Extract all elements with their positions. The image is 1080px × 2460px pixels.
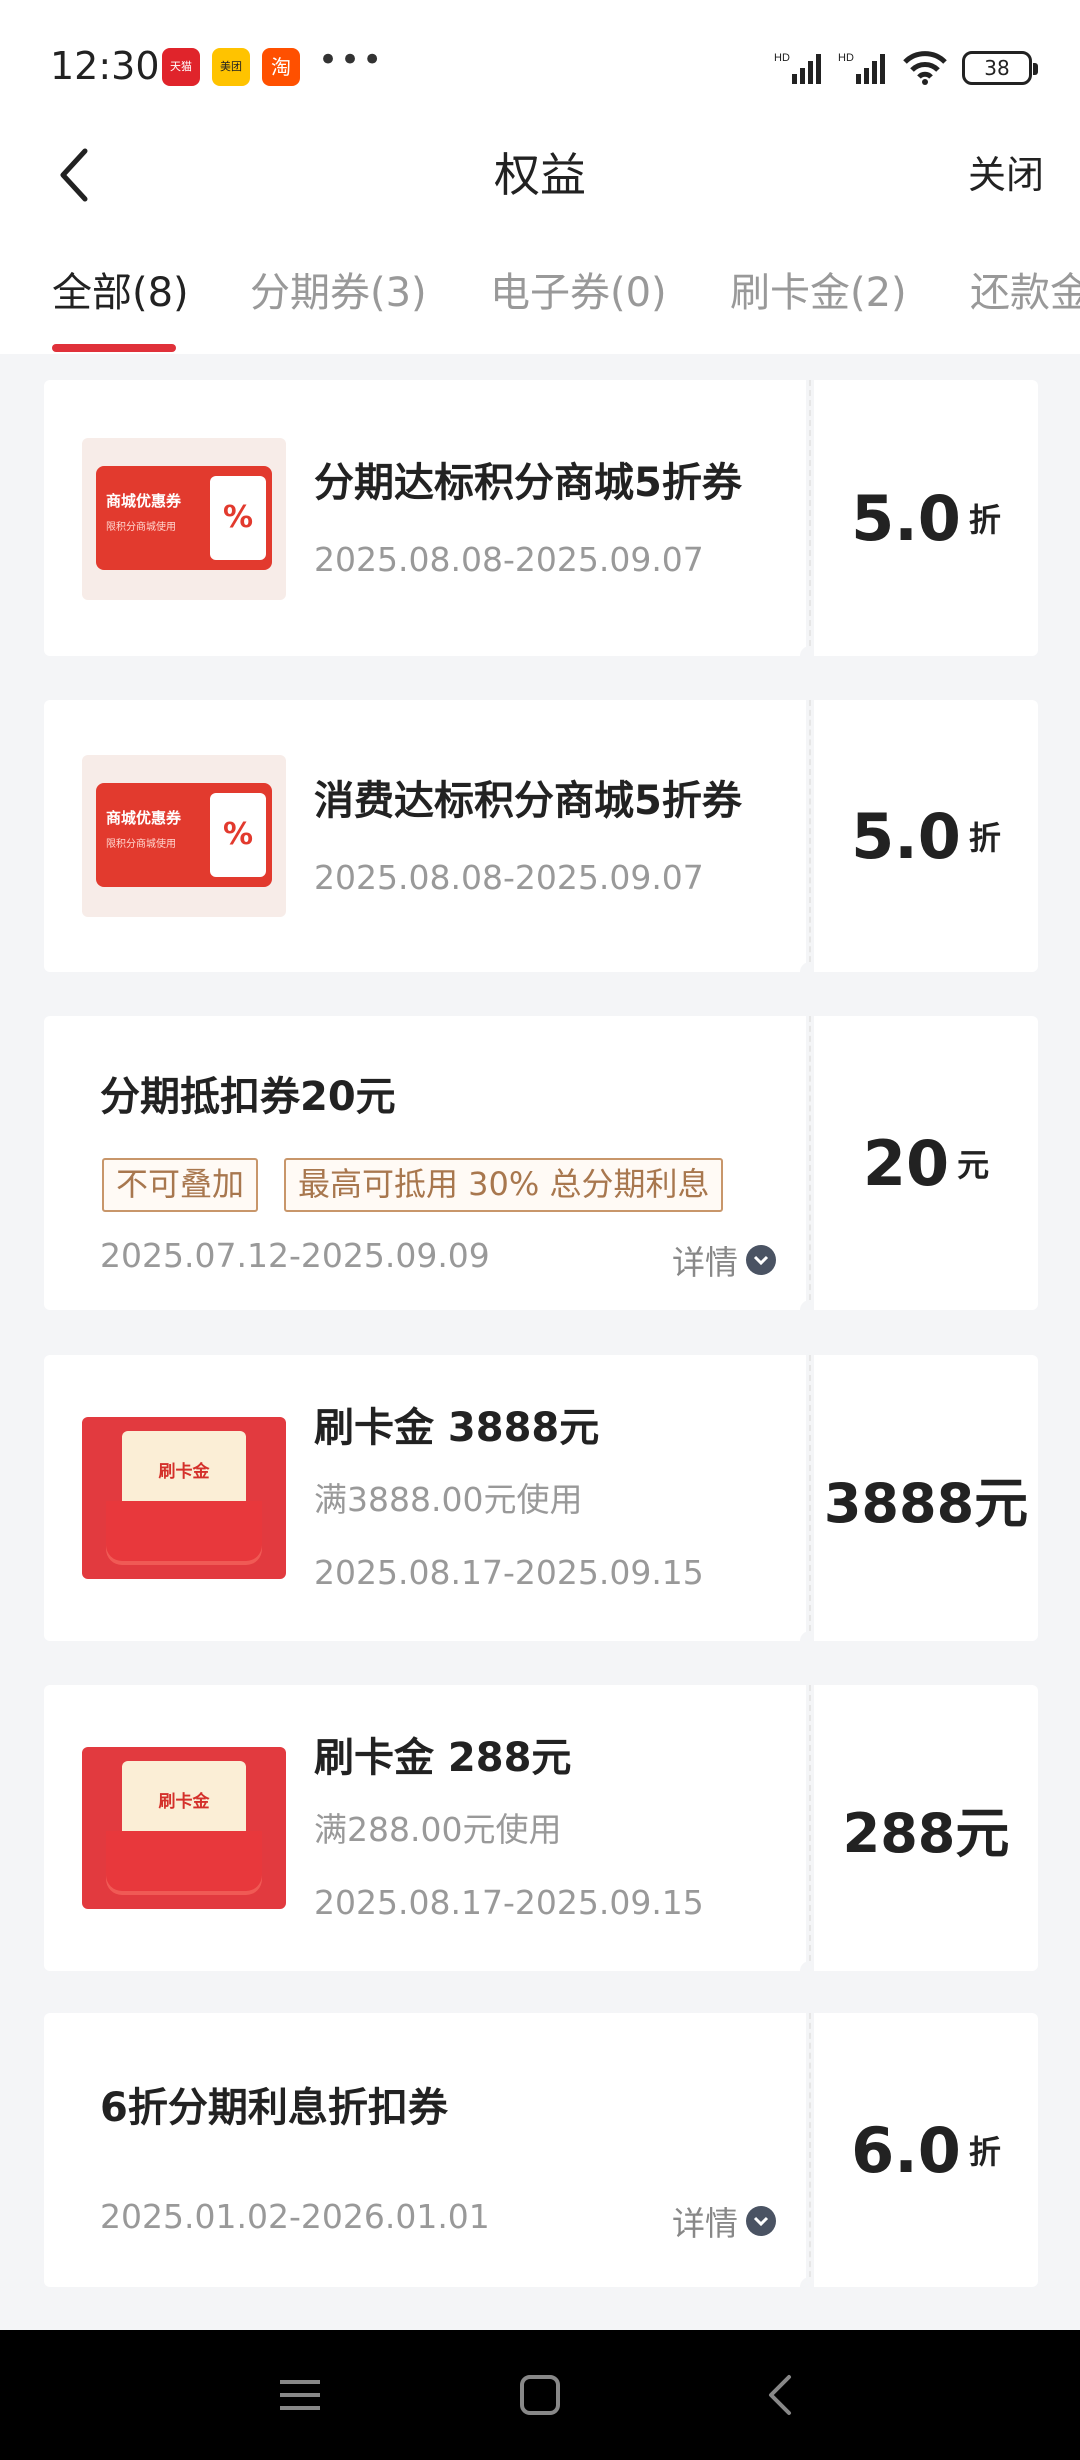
card-divider [809,380,811,656]
detail-button[interactable]: 详情 [672,1236,776,1284]
close-button[interactable]: 关闭 [968,130,1044,220]
nav-back-button[interactable] [745,2360,815,2430]
back-arrow-icon [769,2375,791,2415]
benefit-card[interactable]: 商城优惠券 限积分商城使用 % 分期达标积分商城5折券 2025.08.08-2… [44,380,1038,666]
tab-repayment-cash[interactable]: 还款金 [970,260,1080,318]
card-value-number: 288元 [842,1801,1010,1865]
card-title: 分期达标积分商城5折券 [314,460,742,506]
wifi-icon [903,51,947,85]
status-indicators: HD HD 38 [774,46,1038,90]
percent-icon: % [210,793,266,877]
benefit-card[interactable]: 分期抵扣券20元 不可叠加 最高可抵用 30% 总分期利息 2025.07.12… [44,1016,1038,1320]
card-value-number: 6.0 [851,2113,961,2187]
nav-menu-button[interactable] [265,2360,335,2430]
thumbnail-subtitle: 限积分商城使用 [106,839,176,850]
card-title: 刷卡金 288元 [314,1735,572,1781]
card-divider [809,2013,811,2287]
benefit-card[interactable]: 商城优惠券 限积分商城使用 % 消费达标积分商城5折券 2025.08.08-2… [44,700,1038,982]
tab-bar: 全部(8) 分期券(3) 电子券(0) 刷卡金(2) 还款金 [0,240,1080,354]
card-value-unit: 折 [968,501,1001,539]
card-divider [809,1685,811,1971]
card-value-number: 5.0 [851,799,961,873]
card-value-number: 20 [862,1126,950,1200]
card-divider [809,1355,811,1641]
thumbnail-title: 刷卡金 [158,1792,210,1812]
card-value-unit: 折 [968,819,1001,857]
card-date-range: 2025.08.17-2025.09.15 [314,1553,704,1592]
card-title: 6折分期利息折扣券 [100,2085,448,2131]
tag-max-deduction: 最高可抵用 30% 总分期利息 [284,1158,724,1212]
nav-home-button[interactable] [505,2360,575,2430]
card-date-range: 2025.01.02-2026.01.01 [100,2197,490,2236]
coupon-thumbnail: 商城优惠券 限积分商城使用 % [82,755,286,917]
benefit-card[interactable]: 6折分期利息折扣券 2025.01.02-2026.01.01 详情 6.0 折 [44,2013,1038,2297]
tab-installment-coupons[interactable]: 分期券(3) [250,260,427,318]
card-left-section [44,2013,806,2287]
card-value: 3888元 [814,1355,1038,1641]
card-value-unit: 元 [957,1146,990,1184]
benefit-card[interactable]: 刷卡金 刷卡金 288元 满288.00元使用 2025.08.17-2025.… [44,1685,1038,1981]
meituan-app-icon: 美团 [212,48,250,86]
card-cash-thumbnail: 刷卡金 [82,1747,286,1909]
system-nav-bar [0,2330,1080,2460]
signal-icon-2: HD [838,52,885,84]
card-title: 刷卡金 3888元 [314,1405,600,1451]
menu-icon [280,2380,320,2410]
coupon-thumbnail: 商城优惠券 限积分商城使用 % [82,438,286,600]
svg-text:HD: HD [774,52,790,64]
percent-icon: % [210,476,266,560]
more-notifications-icon: ••• [318,40,385,80]
battery-icon: 38 [962,51,1038,85]
chevron-down-icon [746,1245,776,1275]
card-value-number: 5.0 [851,481,961,555]
card-title: 分期抵扣券20元 [100,1074,396,1120]
card-value-number: 3888元 [823,1471,1029,1535]
detail-label: 详情 [672,2204,738,2243]
thumbnail-title: 商城优惠券 [106,809,182,827]
status-bar: 12:30 天猫 美团 淘 ••• HD HD 38 [0,0,1080,130]
card-date-range: 2025.08.08-2025.09.07 [314,858,704,897]
detail-button[interactable]: 详情 [672,2197,776,2245]
signal-icon: HD [774,52,821,84]
card-value: 5.0 折 [814,700,1038,972]
tab-active-indicator [52,344,176,352]
card-condition: 满3888.00元使用 [314,1480,583,1519]
benefit-card[interactable]: 刷卡金 刷卡金 3888元 满3888.00元使用 2025.08.17-202… [44,1355,1038,1651]
thumbnail-subtitle: 限积分商城使用 [106,522,176,533]
card-divider [809,1016,811,1310]
card-cash-thumbnail: 刷卡金 [82,1417,286,1579]
card-divider [809,700,811,972]
card-date-range: 2025.08.08-2025.09.07 [314,540,704,579]
card-date-range: 2025.08.17-2025.09.15 [314,1883,704,1922]
tab-e-coupons[interactable]: 电子券(0) [490,260,667,318]
card-value-unit: 折 [968,2133,1001,2171]
svg-text:HD: HD [838,52,854,64]
chevron-down-icon [746,2206,776,2236]
card-value: 20 元 [814,1016,1038,1310]
card-date-range: 2025.07.12-2025.09.09 [100,1236,490,1275]
tmall-app-icon: 天猫 [162,48,200,86]
detail-label: 详情 [672,1243,738,1282]
thumbnail-title: 刷卡金 [158,1462,210,1482]
taobao-app-icon: 淘 [262,48,300,86]
card-value: 5.0 折 [814,380,1038,656]
tab-card-cash[interactable]: 刷卡金(2) [730,260,907,318]
card-condition: 满288.00元使用 [314,1810,562,1849]
tab-all[interactable]: 全部(8) [52,260,189,318]
home-square-icon [520,2375,560,2415]
status-time: 12:30 [50,44,160,88]
card-value: 288元 [814,1685,1038,1971]
thumbnail-title: 商城优惠券 [106,492,182,510]
card-title: 消费达标积分商城5折券 [314,778,742,824]
tag-non-stackable: 不可叠加 [102,1158,259,1212]
page-title: 权益 [494,148,586,202]
card-value: 6.0 折 [814,2013,1038,2287]
